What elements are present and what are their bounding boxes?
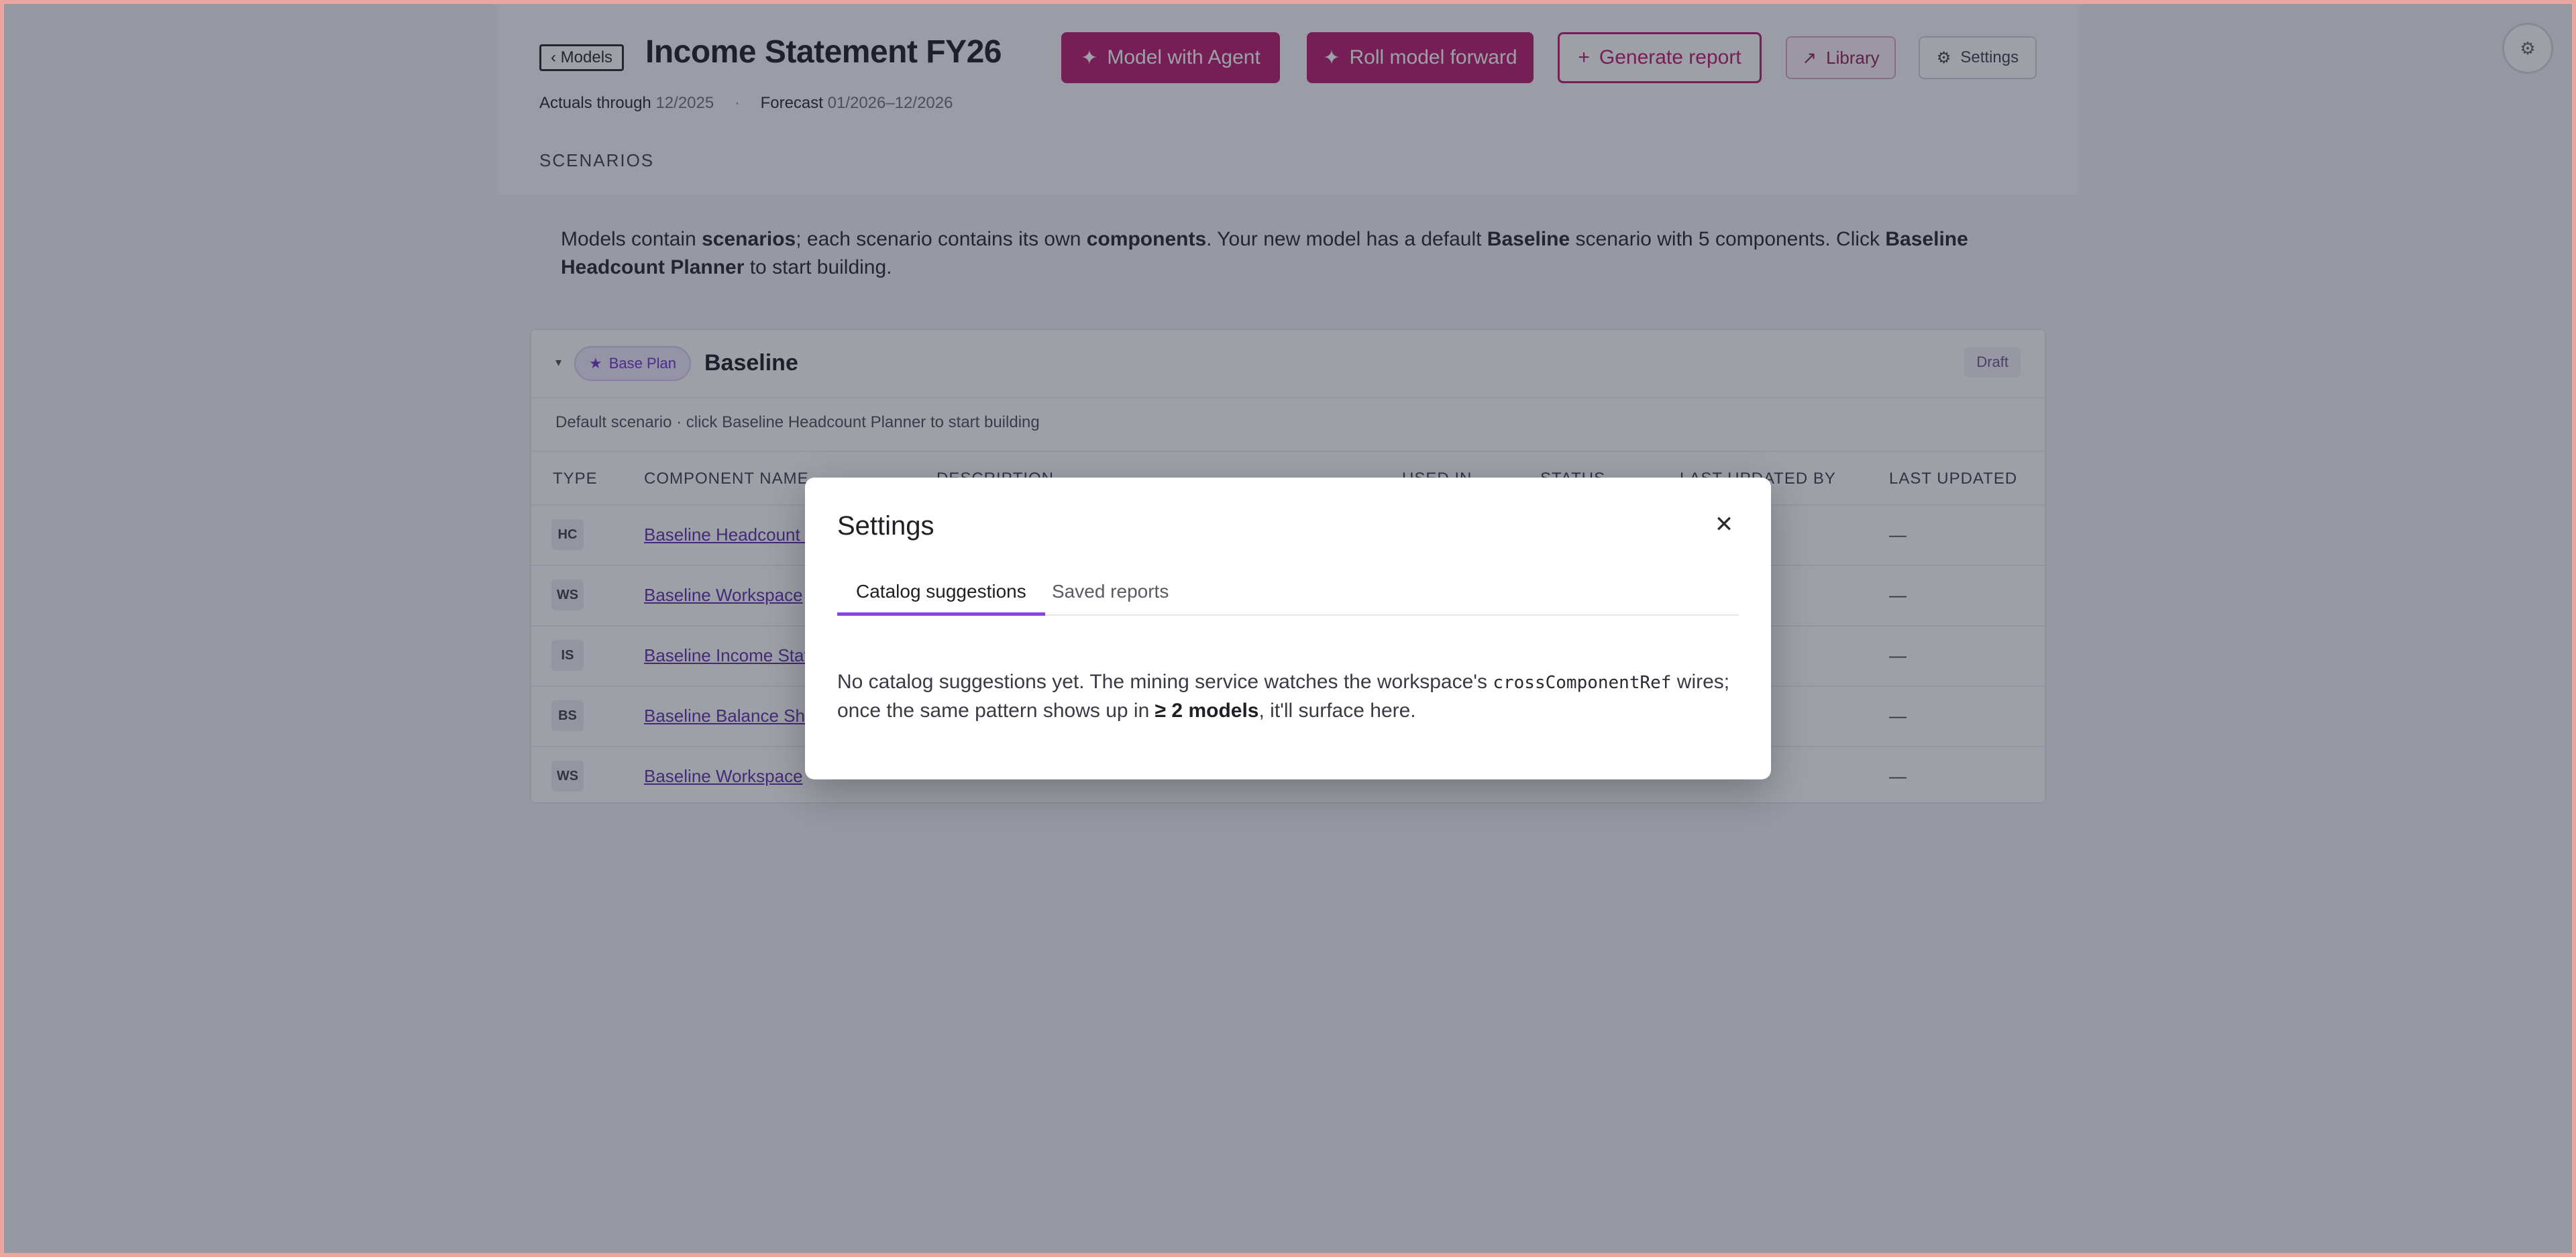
close-icon[interactable]: ✕ xyxy=(1712,512,1736,537)
tab-catalog-suggestions[interactable]: Catalog suggestions xyxy=(837,574,1045,616)
settings-modal: Settings ✕ Catalog suggestions Saved rep… xyxy=(805,478,1771,779)
message-bold: ≥ 2 models xyxy=(1155,700,1259,722)
tab-saved-reports[interactable]: Saved reports xyxy=(1033,574,1187,616)
modal-tabs: Catalog suggestions Saved reports xyxy=(837,574,1739,616)
modal-title: Settings xyxy=(837,511,934,541)
message-text: No catalog suggestions yet. The mining s… xyxy=(837,671,1493,693)
empty-state-message: No catalog suggestions yet. The mining s… xyxy=(837,668,1743,725)
message-code: crossComponentRef xyxy=(1493,673,1672,693)
message-text: , it'll surface here. xyxy=(1258,700,1416,722)
